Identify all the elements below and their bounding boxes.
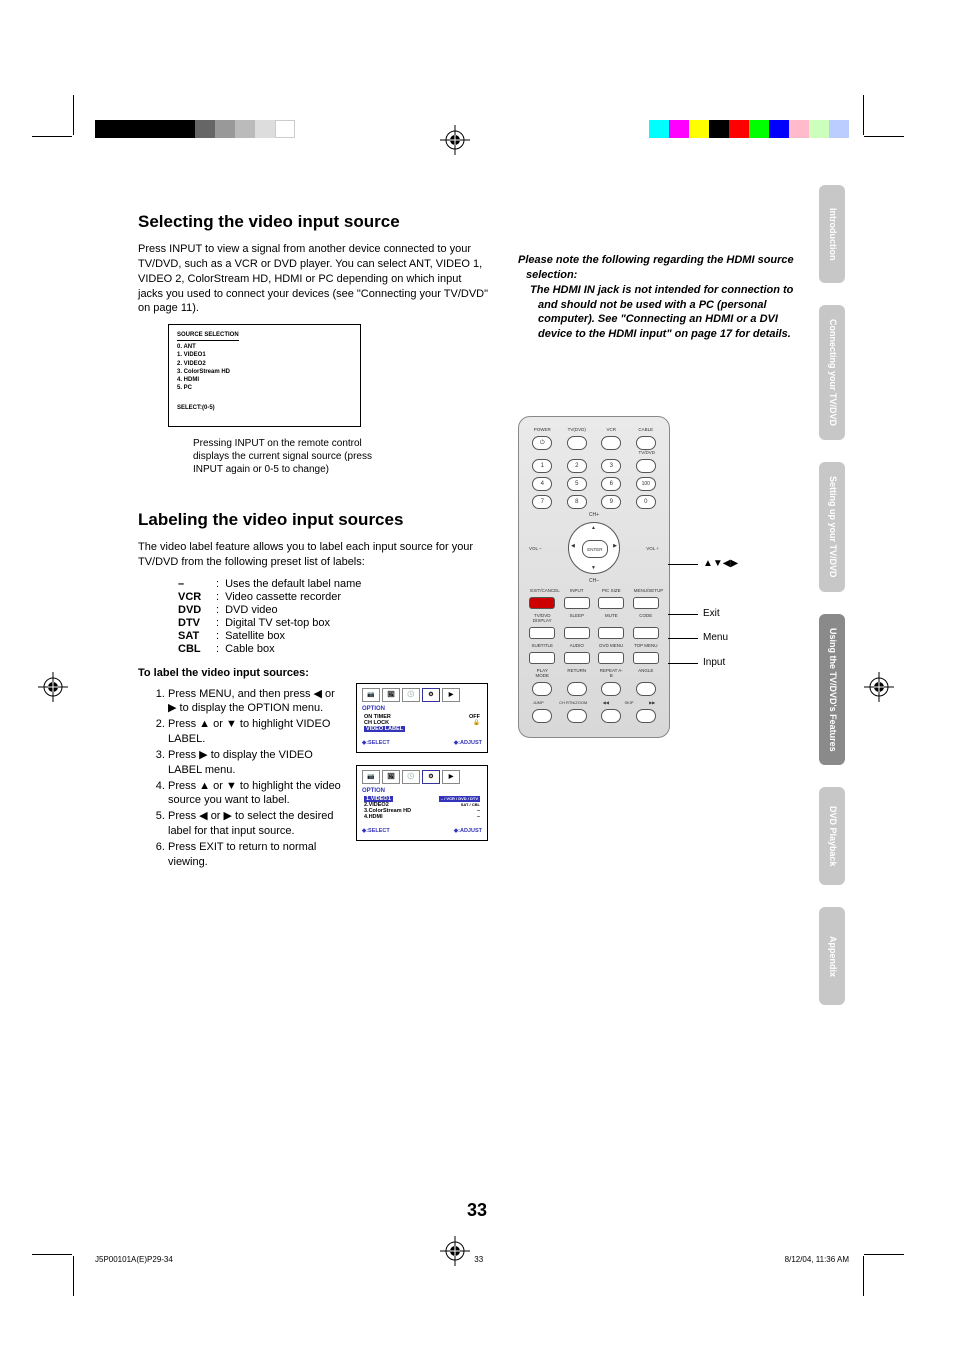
option-menu-1: 📷🖼🕓⚙▶ OPTION ON TIMEROFF CH LOCK🔒 VIDEO … bbox=[356, 683, 488, 753]
osd-item: 2. VIDEO2 bbox=[177, 360, 352, 368]
section2-body: The video label feature allows you to la… bbox=[138, 540, 488, 570]
step: Press ◀ or ▶ to select the desired label… bbox=[168, 809, 346, 839]
color-bars-right bbox=[649, 120, 849, 138]
step: Press ▲ or ▼ to highlight VIDEO LABEL. bbox=[168, 717, 346, 747]
osd-item: 1. VIDEO1 bbox=[177, 351, 352, 359]
note-body: The HDMI IN jack is not intended for con… bbox=[526, 283, 798, 342]
steps-list: Press MENU, and then press ◀ or ▶ to dis… bbox=[138, 687, 346, 871]
osd-item: 0. ANT bbox=[177, 343, 352, 351]
note-lead: Please note the following regarding the … bbox=[518, 254, 794, 281]
hdmi-note: Please note the following regarding the … bbox=[518, 253, 798, 342]
section1-title: Selecting the video input source bbox=[138, 212, 488, 232]
callout-arrows: ▲▼◀▶ bbox=[703, 558, 738, 569]
tab-setting-up: Setting up your TV/DVD bbox=[819, 462, 845, 592]
remote-diagram: POWER TV(DVD) VCR CABLE ⏻ TV/DVD 123 456… bbox=[518, 416, 798, 738]
step: Press EXIT to return to normal viewing. bbox=[168, 840, 346, 870]
section2-title: Labeling the video input sources bbox=[138, 510, 488, 530]
option-title: OPTION bbox=[362, 706, 482, 712]
osd-item: 5. PC bbox=[177, 384, 352, 392]
footer-info: J5P00101A(E)P29-34 33 8/12/04, 11:36 AM bbox=[95, 1255, 849, 1264]
registration-mark-icon bbox=[38, 672, 68, 702]
tab-using-features: Using the TV/DVD's Features bbox=[819, 614, 845, 766]
callout-menu: Menu bbox=[703, 632, 728, 643]
tab-introduction: Introduction bbox=[819, 185, 845, 283]
tab-appendix: Appendix bbox=[819, 907, 845, 1005]
osd-hint: SELECT:(0-5) bbox=[177, 404, 352, 412]
sidebar-tabs: Introduction Connecting your TV/DVD Sett… bbox=[819, 185, 845, 1005]
callout-input: Input bbox=[703, 657, 725, 668]
footer-file: J5P00101A(E)P29-34 bbox=[95, 1255, 173, 1264]
tab-dvd-playback: DVD Playback bbox=[819, 787, 845, 885]
footer-page: 33 bbox=[474, 1255, 483, 1264]
osd-title: SOURCE SELECTION bbox=[177, 331, 239, 341]
section1-body: Press INPUT to view a signal from anothe… bbox=[138, 242, 488, 316]
step: Press ▲ or ▼ to highlight the video sour… bbox=[168, 779, 346, 809]
option-title: OPTION bbox=[362, 788, 482, 794]
option-menu-2: 📷🖼🕓⚙▶ OPTION 1.VIDEO1– / VCR / DVD / DTV… bbox=[356, 765, 488, 841]
page-number: 33 bbox=[0, 1200, 954, 1221]
callout-exit: Exit bbox=[703, 608, 720, 619]
color-bars-left bbox=[95, 120, 295, 138]
osd-item: 4. HDMI bbox=[177, 376, 352, 384]
osd-caption: Pressing INPUT on the remote control dis… bbox=[193, 437, 393, 476]
registration-mark-icon bbox=[864, 672, 894, 702]
osd-item: 3. ColorStream HD bbox=[177, 368, 352, 376]
step: Press MENU, and then press ◀ or ▶ to dis… bbox=[168, 687, 346, 717]
label-list: –:Uses the default label name VCR:Video … bbox=[178, 578, 367, 656]
footer-timestamp: 8/12/04, 11:36 AM bbox=[785, 1255, 849, 1264]
osd-source-selection: SOURCE SELECTION 0. ANT 1. VIDEO1 2. VID… bbox=[168, 324, 361, 427]
step: Press ▶ to display the VIDEO LABEL menu. bbox=[168, 748, 346, 778]
steps-title: To label the video input sources: bbox=[138, 666, 488, 681]
registration-mark-icon bbox=[440, 125, 470, 155]
tab-connecting: Connecting your TV/DVD bbox=[819, 305, 845, 440]
